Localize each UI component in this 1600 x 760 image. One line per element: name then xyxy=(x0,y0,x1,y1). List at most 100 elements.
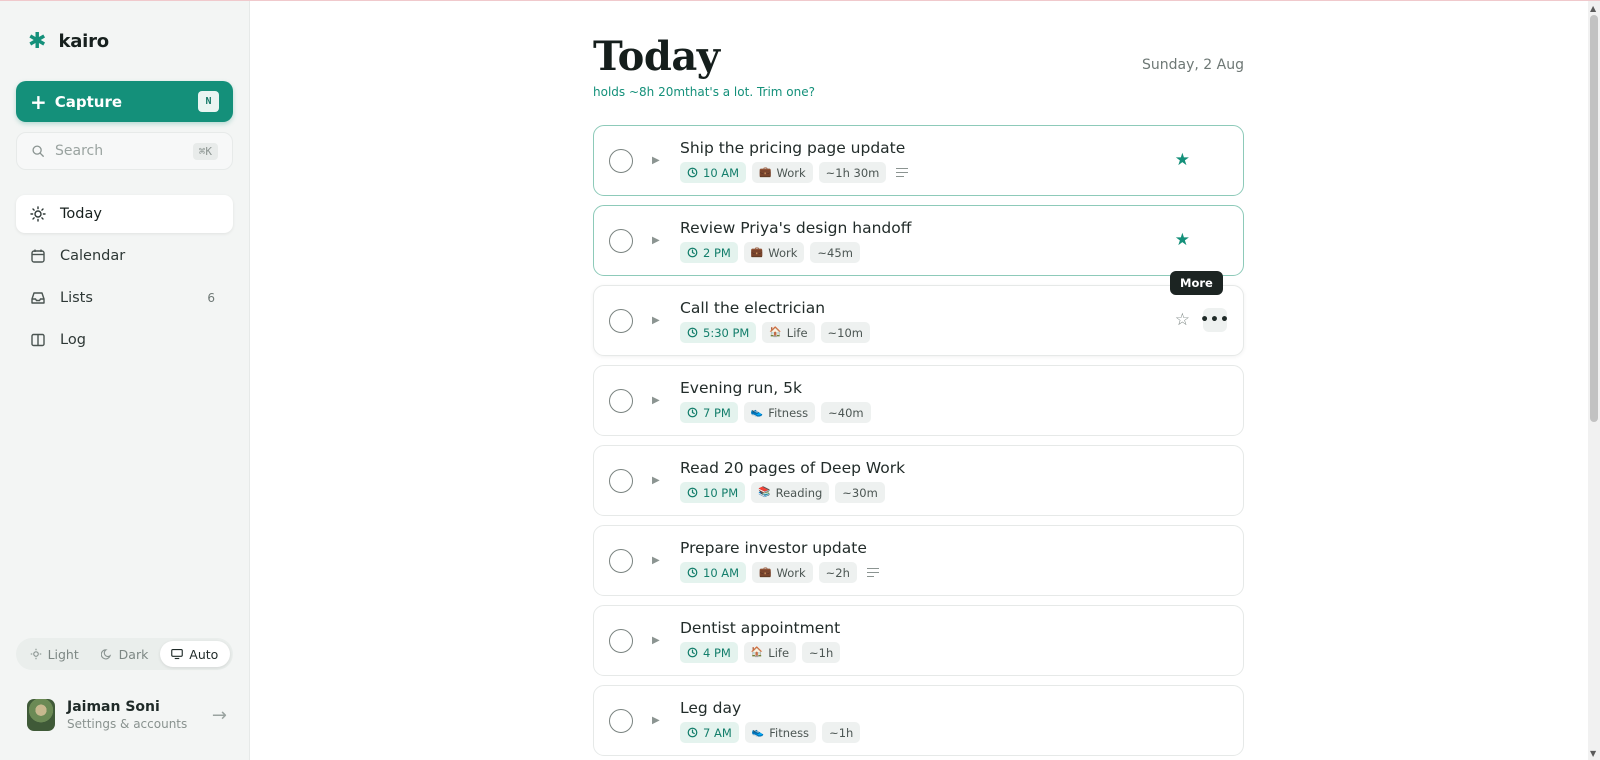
task-row[interactable]: ▶ Prepare investor update 10 AM 💼 Work ~2h xyxy=(593,525,1244,596)
time-label: 10 AM xyxy=(703,165,740,180)
monitor-icon xyxy=(171,648,184,660)
duration-chip[interactable]: ~10m xyxy=(820,322,871,343)
duration-label: ~1h xyxy=(809,645,834,660)
search-icon xyxy=(32,145,44,157)
expand-icon[interactable]: ▶ xyxy=(652,715,660,726)
task-complete-checkbox[interactable] xyxy=(609,709,633,733)
star-icon[interactable]: ★ xyxy=(1175,230,1190,250)
category-label: Reading xyxy=(775,485,823,500)
expand-icon[interactable]: ▶ xyxy=(652,555,660,566)
task-complete-checkbox[interactable] xyxy=(609,389,633,413)
category-chip[interactable]: 💼 Work xyxy=(752,162,813,183)
task-body: Ship the pricing page update 10 AM 💼 Work ~1… xyxy=(680,138,1143,183)
plus-icon: + xyxy=(30,89,47,114)
scroll-down-icon[interactable]: ▼ xyxy=(1590,749,1596,758)
task-body: Review Priya's design handoff 2 PM 💼 Work ~4… xyxy=(680,218,1143,263)
category-chip[interactable]: 💼 Work xyxy=(743,242,805,263)
user-name: Jaiman Soni xyxy=(67,699,160,715)
more-button[interactable]: ••• xyxy=(1200,308,1229,332)
task-row[interactable]: ▶ Review Priya's design handoff 2 PM 💼 Work ~… xyxy=(593,205,1244,276)
task-row[interactable]: ▶ Read 20 pages of Deep Work 10 PM 📚 Reading… xyxy=(593,445,1244,516)
task-meta: 7 AM 👟 Fitness ~1h xyxy=(680,722,1143,743)
sidebar-item-log[interactable]: Log xyxy=(16,321,233,359)
moon-icon xyxy=(100,648,113,660)
task-body: Prepare investor update 10 AM 💼 Work ~2h xyxy=(680,538,1143,583)
expand-icon[interactable]: ▶ xyxy=(652,635,660,646)
duration-label: ~1h xyxy=(829,725,854,740)
task-row[interactable]: ▶ Dentist appointment 4 PM 🏠 Life ~1h xyxy=(593,605,1244,676)
duration-chip[interactable]: ~2h xyxy=(818,562,857,583)
task-meta: 7 PM 👟 Fitness ~40m xyxy=(680,402,1143,423)
user-account[interactable]: Jaiman Soni Settings & accounts → xyxy=(27,695,227,735)
category-chip[interactable]: 💼 Work xyxy=(752,562,813,583)
duration-chip[interactable]: ~45m xyxy=(810,242,860,263)
scrollbar-thumb[interactable] xyxy=(1590,15,1598,422)
time-chip[interactable]: 7 PM xyxy=(680,402,738,423)
task-complete-checkbox[interactable] xyxy=(609,629,633,653)
expand-icon[interactable]: ▶ xyxy=(652,315,660,326)
star-outline-icon[interactable]: ☆ xyxy=(1175,310,1190,330)
expand-icon[interactable]: ▶ xyxy=(652,235,660,246)
sidebar-item-label: Lists xyxy=(60,290,93,306)
task-row[interactable]: ▶ Call the electrician 5:30 PM 🏠 Life ~10m ☆ ••… xyxy=(593,285,1244,356)
sidebar-item-today[interactable]: Today xyxy=(16,195,233,233)
category-chip[interactable]: 👟 Fitness xyxy=(744,722,817,743)
category-chip[interactable]: 👟 Fitness xyxy=(743,402,816,423)
time-chip[interactable]: 10 AM xyxy=(680,562,747,583)
time-chip[interactable]: 7 AM xyxy=(680,722,739,743)
task-complete-checkbox[interactable] xyxy=(609,549,633,573)
capture-label: Capture xyxy=(54,92,123,111)
task-row[interactable]: ▶ Leg day 7 AM 👟 Fitness ~1h xyxy=(593,685,1244,756)
category-icon: 🏠 xyxy=(750,647,764,658)
duration-chip[interactable]: ~40m xyxy=(821,402,871,423)
task-body: Evening run, 5k 7 PM 👟 Fitness ~40m xyxy=(680,378,1143,423)
category-icon: 💼 xyxy=(759,567,772,578)
duration-chip[interactable]: ~1h xyxy=(822,722,861,743)
expand-icon[interactable]: ▶ xyxy=(652,395,660,406)
category-icon: 💼 xyxy=(750,247,764,258)
task-row[interactable]: ▶ Evening run, 5k 7 PM 👟 Fitness ~40m xyxy=(593,365,1244,436)
theme-light-option[interactable]: Light xyxy=(19,641,89,667)
scrollbar[interactable]: ▲ ▼ xyxy=(1588,1,1600,760)
time-chip[interactable]: 4 PM xyxy=(680,642,738,663)
brand[interactable]: ✱ kairo xyxy=(28,30,109,52)
duration-chip[interactable]: ~1h 30m xyxy=(818,162,887,183)
theme-dark-label: Dark xyxy=(118,646,149,662)
search-input[interactable]: Search ⌘K xyxy=(16,132,233,170)
duration-label: ~30m xyxy=(842,485,878,500)
sidebar-item-lists[interactable]: Lists 6 xyxy=(16,279,233,317)
duration-label: ~45m xyxy=(817,245,853,260)
expand-icon[interactable]: ▶ xyxy=(652,475,660,486)
star-icon[interactable]: ★ xyxy=(1175,150,1190,170)
scroll-up-icon[interactable]: ▲ xyxy=(1590,4,1596,13)
category-label: Work xyxy=(776,565,806,580)
duration-label: ~40m xyxy=(828,405,864,420)
theme-auto-option[interactable]: Auto xyxy=(159,641,230,667)
task-complete-checkbox[interactable] xyxy=(609,149,633,173)
duration-chip[interactable]: ~30m xyxy=(835,482,885,503)
time-chip[interactable]: 10 PM xyxy=(680,482,746,503)
task-complete-checkbox[interactable] xyxy=(609,229,633,253)
category-icon: 💼 xyxy=(759,167,772,178)
time-chip[interactable]: 10 AM xyxy=(680,162,747,183)
task-body: Read 20 pages of Deep Work 10 PM 📚 Reading ~… xyxy=(680,458,1143,503)
task-row[interactable]: ▶ Ship the pricing page update 10 AM 💼 Work ~… xyxy=(593,125,1244,196)
category-chip[interactable]: 🏠 Life xyxy=(743,642,797,663)
task-title: Review Priya's design handoff xyxy=(680,219,912,237)
time-chip[interactable]: 2 PM xyxy=(680,242,738,263)
time-chip[interactable]: 5:30 PM xyxy=(680,322,757,343)
task-title: Dentist appointment xyxy=(680,619,841,637)
capture-button[interactable]: + Capture N xyxy=(16,81,233,122)
expand-icon[interactable]: ▶ xyxy=(652,155,660,166)
duration-chip[interactable]: ~1h xyxy=(802,642,841,663)
clock-icon xyxy=(687,727,698,738)
avatar xyxy=(27,699,55,731)
theme-dark-option[interactable]: Dark xyxy=(89,641,159,667)
category-chip[interactable]: 📚 Reading xyxy=(751,482,830,503)
category-icon: 👟 xyxy=(751,727,765,738)
task-complete-checkbox[interactable] xyxy=(609,309,633,333)
task-complete-checkbox[interactable] xyxy=(609,469,633,493)
sidebar-item-calendar[interactable]: Calendar xyxy=(16,237,233,275)
category-chip[interactable]: 🏠 Life xyxy=(762,322,815,343)
task-title: Leg day xyxy=(680,699,742,717)
